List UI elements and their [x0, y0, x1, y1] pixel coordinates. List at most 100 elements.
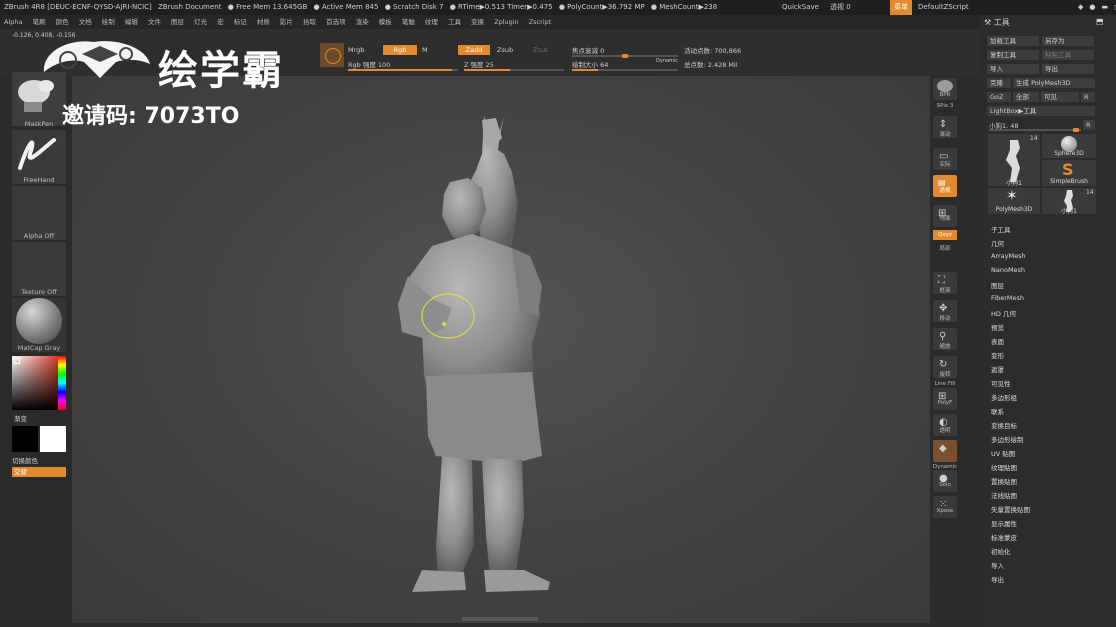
current-tool-track[interactable]: [989, 128, 1081, 132]
menu-item[interactable]: Zscript: [529, 18, 552, 26]
rgb-intensity-track[interactable]: [348, 69, 458, 71]
bottom-scroll-handle[interactable]: [462, 617, 538, 621]
masking-item[interactable]: 遮罩: [991, 364, 1004, 374]
menu-item[interactable]: 灯光: [194, 18, 207, 26]
display-properties-item[interactable]: 显示属性: [991, 518, 1017, 528]
menu-item[interactable]: 拾取: [303, 18, 316, 26]
mrgb-button[interactable]: Mrgb: [348, 46, 364, 54]
visibility-item[interactable]: 可见性: [991, 378, 1011, 388]
xpose-button[interactable]: ⁙: [933, 496, 957, 518]
menu-item[interactable]: 首选项: [326, 18, 346, 26]
canvas-viewport[interactable]: [72, 76, 930, 623]
arraymesh-item[interactable]: ArrayMesh: [991, 252, 1026, 260]
deformation-item[interactable]: 变形: [991, 350, 1004, 360]
visible-button[interactable]: 可见: [1041, 92, 1079, 102]
solo-button[interactable]: ◆: [933, 440, 957, 462]
menu-item[interactable]: 变换: [471, 18, 484, 26]
layers-item[interactable]: 图层: [991, 280, 1004, 290]
menu-item[interactable]: 工具: [448, 18, 461, 26]
quicksave-button[interactable]: QuickSave: [782, 0, 819, 15]
uv-map-item[interactable]: UV 贴图: [991, 448, 1015, 458]
material-swatch[interactable]: [320, 43, 344, 67]
polyf-button[interactable]: ⊞: [933, 388, 957, 410]
surface-item[interactable]: 表面: [991, 336, 1004, 346]
save-as-button[interactable]: 另存为: [1042, 36, 1094, 46]
contact-item[interactable]: 联系: [991, 406, 1004, 416]
r-button[interactable]: R: [1081, 92, 1095, 102]
zcut-button[interactable]: Zcut: [533, 46, 548, 54]
draw-size-slider[interactable]: 绘制大小 64: [572, 59, 608, 69]
clone-button[interactable]: 克隆: [987, 78, 1011, 88]
paste-tool-button[interactable]: 粘贴工具: [1042, 50, 1094, 60]
menu-item[interactable]: 纹理: [425, 18, 438, 26]
export-button[interactable]: 导出: [1042, 64, 1094, 74]
menu-item[interactable]: 标记: [234, 18, 247, 26]
menu-button[interactable]: 菜单: [890, 0, 912, 15]
unified-skin-item[interactable]: 标准蒙皮: [991, 532, 1017, 542]
menu-item[interactable]: 文件: [148, 18, 161, 26]
all-button[interactable]: 全部: [1013, 92, 1039, 102]
preview-item[interactable]: 预览: [991, 322, 1004, 332]
menu-item[interactable]: 编辑: [125, 18, 138, 26]
draw-size-track[interactable]: [572, 69, 678, 71]
initialize-item[interactable]: 初始化: [991, 546, 1011, 556]
rgb-intensity-slider[interactable]: Rgb 强度 100: [348, 59, 390, 69]
hd-geometry-item[interactable]: HD 几何: [991, 308, 1016, 318]
r2-button[interactable]: R: [1083, 120, 1095, 130]
transparency-slider[interactable]: 透视 0: [830, 0, 851, 15]
color-cursor[interactable]: [14, 358, 20, 364]
polygroups-item[interactable]: 多边形组: [991, 392, 1017, 402]
menu-item[interactable]: Zplugin: [494, 18, 519, 26]
export-item[interactable]: 导出: [991, 574, 1004, 584]
m-button[interactable]: M: [422, 46, 428, 54]
import-item[interactable]: 导入: [991, 560, 1004, 570]
polypaint-item[interactable]: 多边形绘制: [991, 434, 1024, 444]
focal-shift-slider[interactable]: 焦点衰减 0: [572, 45, 604, 55]
menu-item[interactable]: 笔刷: [33, 18, 46, 26]
menu-item[interactable]: 图层: [171, 18, 184, 26]
normal-map-item[interactable]: 法线贴图: [991, 490, 1017, 500]
subtool-item[interactable]: 子工具: [991, 224, 1011, 234]
nanomesh-item[interactable]: NanoMesh: [991, 266, 1025, 274]
morph-target-item[interactable]: 变换目标: [991, 420, 1017, 430]
goz-button[interactable]: GoZ: [987, 92, 1011, 102]
window-controls[interactable]: ◆●▬◻✕: [1078, 0, 1116, 15]
hue-bar[interactable]: [58, 356, 66, 410]
linefill-label[interactable]: Line Fill: [930, 381, 960, 387]
solo-toggle[interactable]: ●: [933, 470, 957, 492]
switch-color-button[interactable]: 切换颜色: [12, 455, 38, 465]
import-button[interactable]: 导入: [987, 64, 1039, 74]
menu-item[interactable]: 模板: [379, 18, 392, 26]
zsub-button[interactable]: Zsub: [497, 46, 513, 54]
geometry-item[interactable]: 几何: [991, 238, 1004, 248]
menu-item[interactable]: Alpha: [4, 18, 22, 26]
copy-tool-button[interactable]: 复制工具: [987, 50, 1039, 60]
spix-label[interactable]: SPix 3: [930, 103, 960, 109]
alternate-toggle[interactable]: 交替: [12, 467, 66, 477]
zadd-button[interactable]: Zadd: [458, 45, 490, 55]
fibermesh-item[interactable]: FiberMesh: [991, 294, 1024, 302]
menu-item[interactable]: 材质: [257, 18, 270, 26]
menu-item[interactable]: 渲染: [356, 18, 369, 26]
primary-color[interactable]: [40, 426, 66, 452]
color-picker-square[interactable]: [12, 356, 58, 410]
dynamic-toggle[interactable]: Dynamic: [656, 58, 678, 64]
load-tool-button[interactable]: 加载工具: [987, 36, 1039, 46]
menu-item[interactable]: 宏: [217, 18, 224, 26]
default-zscript[interactable]: DefaultZScript: [918, 0, 969, 15]
lightbox-tool-button[interactable]: LightBox▶工具: [987, 106, 1095, 116]
menu-item[interactable]: 影片: [280, 18, 293, 26]
secondary-color[interactable]: [12, 426, 38, 452]
menu-item[interactable]: 文档: [79, 18, 92, 26]
displacement-map-item[interactable]: 置换贴图: [991, 476, 1017, 486]
z-intensity-track[interactable]: [464, 69, 564, 71]
menu-item[interactable]: 绘制: [102, 18, 115, 26]
focal-shift-track[interactable]: [572, 54, 678, 58]
menu-item[interactable]: 笔触: [402, 18, 415, 26]
texture-map-item[interactable]: 纹理贴图: [991, 462, 1017, 472]
xyz-toggle[interactable]: Qxyz: [933, 230, 957, 240]
z-intensity-slider[interactable]: Z 强度 25: [464, 59, 494, 69]
make-polymesh-button[interactable]: 生成 PolyMesh3D: [1013, 78, 1095, 88]
vector-displacement-item[interactable]: 矢量置换贴图: [991, 504, 1030, 514]
panel-dock-icon[interactable]: ⬒: [1096, 17, 1104, 26]
